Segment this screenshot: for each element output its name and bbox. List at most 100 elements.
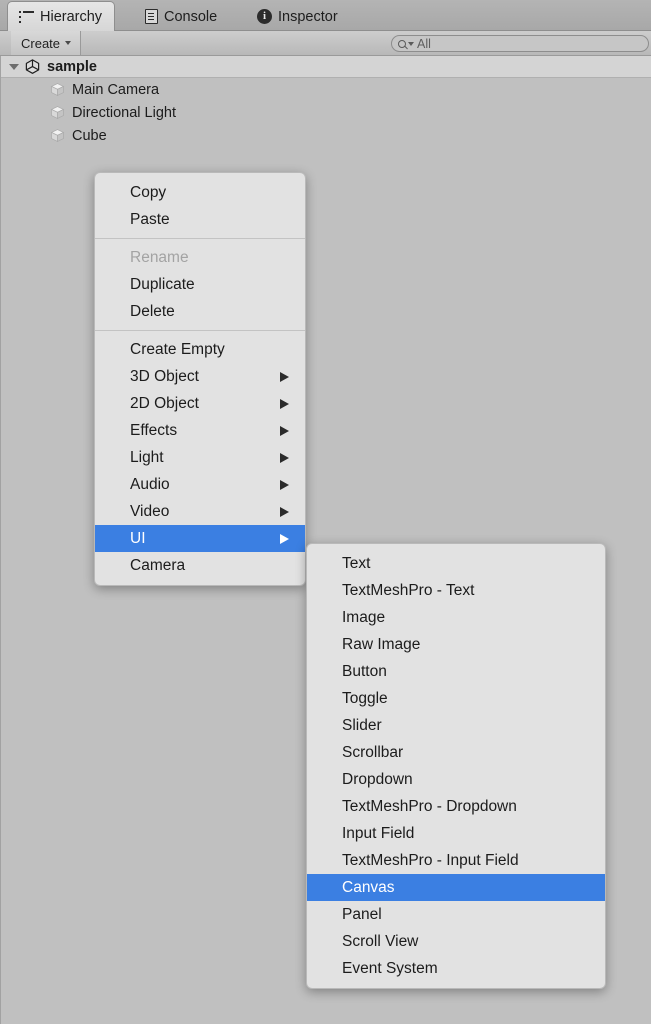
menu-item-label: Camera <box>130 556 186 574</box>
menu-item-label: UI <box>130 529 146 547</box>
context-menu-group: Copy Paste <box>95 179 305 233</box>
menu-item-label: Rename <box>130 248 189 266</box>
menu-item-label: Scroll View <box>342 932 419 950</box>
menu-item-label: Canvas <box>342 878 395 896</box>
document-icon <box>145 9 158 24</box>
submenu-arrow-icon <box>280 425 289 436</box>
menu-item-label: Dropdown <box>342 770 413 788</box>
menu-item-label: 3D Object <box>130 367 199 385</box>
menu-item-label: Delete <box>130 302 175 320</box>
menu-item-copy[interactable]: Copy <box>95 179 305 206</box>
menu-item-label: Light <box>130 448 164 466</box>
search-icon <box>398 39 406 48</box>
chevron-down-icon <box>65 41 72 45</box>
gameobject-cube-icon <box>50 106 65 119</box>
submenu-arrow-icon <box>280 371 289 382</box>
submenu-item-textmeshpro-input-field[interactable]: TextMeshPro - Input Field <box>307 847 605 874</box>
context-menu: Copy Paste Rename Duplicate Delete Creat… <box>94 172 306 586</box>
menu-item-label: Event System <box>342 959 438 977</box>
hierarchy-item-directional-light[interactable]: Directional Light <box>1 101 651 124</box>
hierarchy-toolbar: Create All <box>0 31 651 56</box>
submenu-item-raw-image[interactable]: Raw Image <box>307 631 605 658</box>
menu-item-label: Effects <box>130 421 178 439</box>
submenu-item-text[interactable]: Text <box>307 550 605 577</box>
menu-item-audio[interactable]: Audio <box>95 471 305 498</box>
hierarchy-item-main-camera[interactable]: Main Camera <box>1 78 651 101</box>
menu-item-label: Panel <box>342 905 382 923</box>
menu-item-label: TextMeshPro - Dropdown <box>342 797 517 815</box>
panel-tab-bar: Hierarchy Console i Inspector <box>0 0 651 32</box>
tab-inspector[interactable]: i Inspector <box>246 2 350 31</box>
menu-item-label: Button <box>342 662 387 680</box>
submenu-arrow-icon <box>280 533 289 544</box>
ui-submenu: Text TextMeshPro - Text Image Raw Image … <box>306 543 606 989</box>
submenu-item-scroll-view[interactable]: Scroll View <box>307 928 605 955</box>
submenu-item-image[interactable]: Image <box>307 604 605 631</box>
hierarchy-scene-row[interactable]: sample <box>1 56 651 78</box>
tab-hierarchy-label: Hierarchy <box>40 9 103 25</box>
submenu-item-scrollbar[interactable]: Scrollbar <box>307 739 605 766</box>
submenu-arrow-icon <box>280 506 289 517</box>
menu-item-duplicate[interactable]: Duplicate <box>95 271 305 298</box>
submenu-arrow-icon <box>280 452 289 463</box>
context-menu-group: Create Empty 3D Object 2D Object Effects… <box>95 336 305 579</box>
submenu-item-dropdown[interactable]: Dropdown <box>307 766 605 793</box>
tab-console[interactable]: Console <box>134 2 229 31</box>
menu-item-label: Image <box>342 608 386 626</box>
menu-item-paste[interactable]: Paste <box>95 206 305 233</box>
gameobject-cube-icon <box>50 129 65 142</box>
hierarchy-item-label: Main Camera <box>72 81 160 98</box>
search-input-value: All <box>417 36 431 51</box>
hierarchy-item-cube[interactable]: Cube <box>1 124 651 147</box>
menu-item-label: 2D Object <box>130 394 199 412</box>
menu-item-light[interactable]: Light <box>95 444 305 471</box>
chevron-down-icon[interactable] <box>9 63 19 70</box>
submenu-item-slider[interactable]: Slider <box>307 712 605 739</box>
menu-item-label: Scrollbar <box>342 743 404 761</box>
menu-item-label: Text <box>342 554 371 572</box>
submenu-item-textmeshpro-dropdown[interactable]: TextMeshPro - Dropdown <box>307 793 605 820</box>
menu-item-3d-object[interactable]: 3D Object <box>95 363 305 390</box>
hierarchy-item-label: Cube <box>72 127 107 144</box>
submenu-item-textmeshpro-text[interactable]: TextMeshPro - Text <box>307 577 605 604</box>
menu-item-rename: Rename <box>95 244 305 271</box>
menu-item-label: Copy <box>130 183 167 201</box>
menu-item-label: Raw Image <box>342 635 421 653</box>
submenu-arrow-icon <box>280 479 289 490</box>
submenu-item-input-field[interactable]: Input Field <box>307 820 605 847</box>
menu-item-ui[interactable]: UI <box>95 525 305 552</box>
gameobject-cube-icon <box>50 83 65 96</box>
create-button-label: Create <box>21 35 61 51</box>
menu-item-label: Toggle <box>342 689 388 707</box>
search-input[interactable]: All <box>391 35 649 52</box>
menu-item-label: TextMeshPro - Input Field <box>342 851 519 869</box>
hierarchy-scene-label: sample <box>47 58 97 75</box>
menu-item-label: Video <box>130 502 170 520</box>
menu-item-label: TextMeshPro - Text <box>342 581 475 599</box>
menu-item-camera[interactable]: Camera <box>95 552 305 579</box>
menu-item-2d-object[interactable]: 2D Object <box>95 390 305 417</box>
tab-hierarchy[interactable]: Hierarchy <box>7 1 116 32</box>
menu-item-label: Audio <box>130 475 170 493</box>
menu-item-effects[interactable]: Effects <box>95 417 305 444</box>
create-button[interactable]: Create <box>11 31 82 55</box>
menu-item-label: Duplicate <box>130 275 195 293</box>
submenu-item-button[interactable]: Button <box>307 658 605 685</box>
menu-item-delete[interactable]: Delete <box>95 298 305 325</box>
menu-item-label: Create Empty <box>130 340 225 358</box>
submenu-item-canvas[interactable]: Canvas <box>307 874 605 901</box>
submenu-item-toggle[interactable]: Toggle <box>307 685 605 712</box>
search-filter-chevron-down-icon[interactable] <box>408 41 414 46</box>
unity-logo-icon <box>25 59 40 74</box>
menu-item-video[interactable]: Video <box>95 498 305 525</box>
list-icon <box>19 11 34 23</box>
info-icon: i <box>257 9 272 24</box>
unity-hierarchy-window: Hierarchy Console i Inspector Create All <box>0 0 651 1024</box>
submenu-item-event-system[interactable]: Event System <box>307 955 605 982</box>
menu-item-label: Paste <box>130 210 170 228</box>
menu-item-label: Input Field <box>342 824 415 842</box>
menu-item-create-empty[interactable]: Create Empty <box>95 336 305 363</box>
menu-separator <box>95 330 305 331</box>
hierarchy-item-label: Directional Light <box>72 104 176 121</box>
submenu-item-panel[interactable]: Panel <box>307 901 605 928</box>
